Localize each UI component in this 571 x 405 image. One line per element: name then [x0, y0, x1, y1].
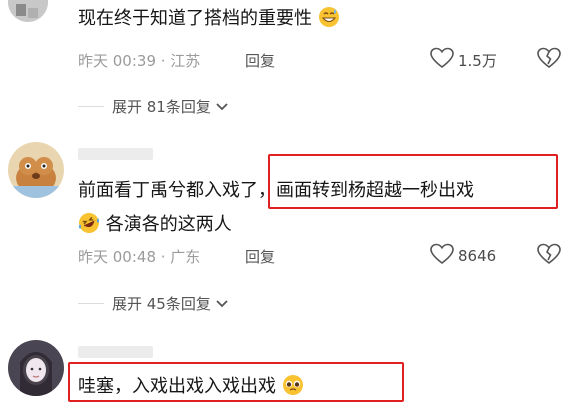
expand-replies-label: 展开 81条回复 [112, 98, 211, 116]
comment-meta: 昨天 00:48 · 广东 [78, 248, 201, 266]
like-button[interactable]: 1.5万 [430, 47, 497, 73]
broken-heart-icon [537, 243, 561, 269]
comment-text-line2: 各演各的这两人 [105, 214, 232, 235]
highlight-box [68, 362, 404, 402]
avatar[interactable] [8, 0, 48, 22]
expand-replies-label: 展开 45条回复 [112, 295, 211, 313]
reply-button[interactable]: 回复 [245, 50, 275, 71]
grinning-sweat-emoji [318, 6, 340, 35]
comment-text: 现在终于知道了搭档的重要性 [78, 8, 312, 29]
comment-meta: 昨天 00:39 · 江苏 [78, 52, 201, 70]
avatar[interactable] [8, 340, 64, 396]
chevron-down-icon [215, 294, 229, 313]
heart-icon [430, 243, 454, 269]
chevron-down-icon [215, 97, 229, 116]
username-hidden [78, 148, 153, 160]
highlight-box [268, 154, 558, 209]
like-button[interactable]: 8646 [430, 243, 496, 269]
like-count: 8646 [458, 247, 497, 265]
rolling-laughing-emoji [78, 212, 100, 241]
avatar[interactable] [8, 142, 64, 198]
like-count: 1.5万 [458, 51, 497, 70]
comment-text-part1: 前面看丁禹兮都入戏 [78, 180, 240, 201]
dislike-button[interactable] [537, 47, 561, 73]
expand-replies-button[interactable]: 展开 45条回复 [112, 293, 229, 314]
divider [78, 303, 104, 304]
divider [78, 106, 104, 107]
dislike-button[interactable] [537, 243, 561, 269]
expand-replies-button[interactable]: 展开 81条回复 [112, 96, 229, 117]
username-hidden [78, 346, 153, 358]
broken-heart-icon [537, 47, 561, 73]
heart-icon [430, 47, 454, 73]
reply-button[interactable]: 回复 [245, 246, 275, 267]
